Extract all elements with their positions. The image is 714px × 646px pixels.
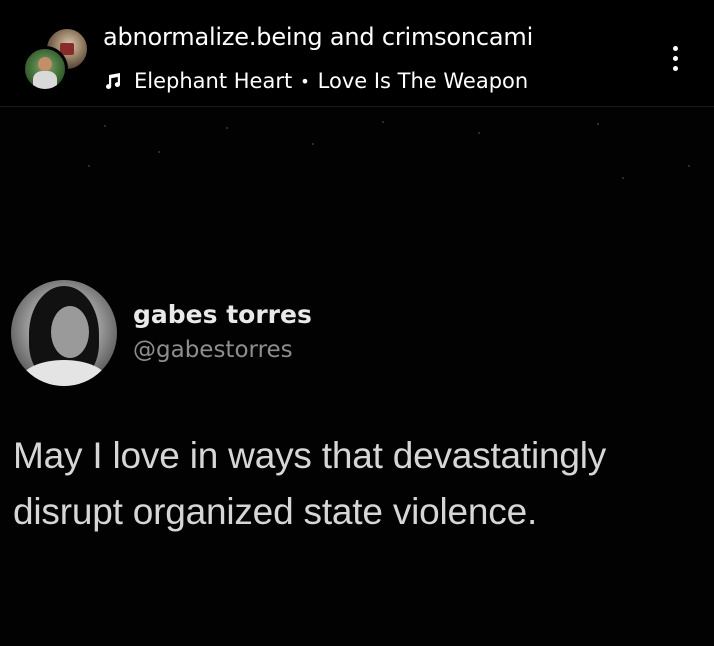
audio-attribution[interactable]: Elephant Heart • Love Is The Weapon [104,67,528,95]
post-header: abnormalize.being and crimsoncami Elepha… [0,0,714,107]
tweet-text: May I love in ways that devastatingly di… [13,435,607,532]
music-note-icon [106,73,121,89]
more-dot [672,55,678,61]
audio-song: Love Is The Weapon [317,69,529,93]
tweet-display-name: gabes torres [133,300,312,329]
tweet-author-avatar[interactable] [11,280,117,386]
collab-avatars[interactable] [22,26,90,92]
more-vertical-icon[interactable] [660,38,690,78]
post-image [0,107,714,646]
more-dot [672,65,678,71]
tweet-handle: @gabestorres [133,337,293,363]
post-usernames[interactable]: abnormalize.being and crimsoncami [103,23,533,51]
more-dot [672,45,678,51]
avatar-abnormalize-being[interactable] [22,46,68,92]
audio-separator: • [300,71,310,91]
audio-artist: Elephant Heart [134,69,293,93]
